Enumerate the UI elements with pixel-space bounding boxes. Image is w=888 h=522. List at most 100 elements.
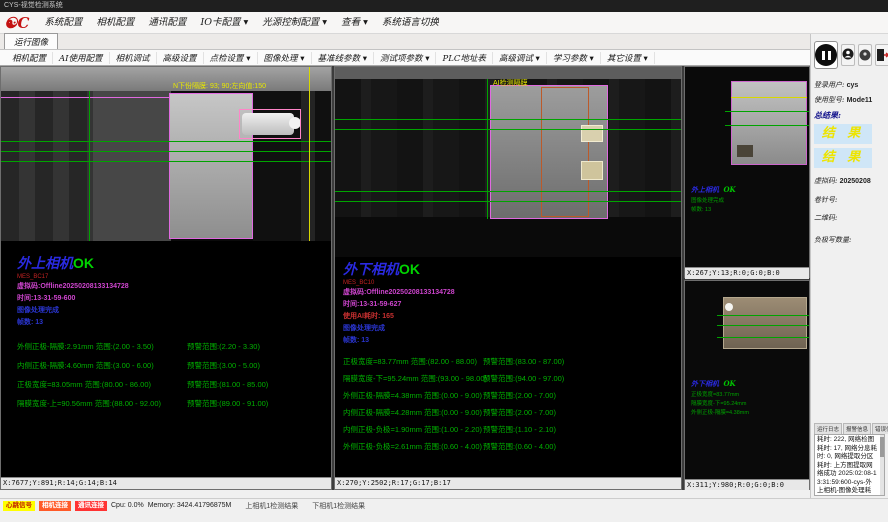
user-icon [842,48,854,62]
thumb-overlay-line: 外侧正极-隔膜=4.38mm [691,409,749,418]
bright-tab-2 [581,161,603,180]
machine-mid-structure [93,91,171,241]
login-user-button[interactable] [841,44,855,66]
panel-spacer [814,247,885,423]
machine-bottom-shadow [335,217,681,257]
log-tab[interactable]: 运行日志 [814,423,842,434]
thumb-lower-image[interactable]: 外下相机 OK 正极宽度=83.77mm隔膜宽度-下=95.24mm外侧正极-隔… [685,281,809,479]
log-scrollbar[interactable] [880,435,884,495]
login-user-label: 登录用户: [814,81,844,89]
toolbar-item[interactable]: 其它设置 ▾ [601,52,655,64]
mes-sub-label: MES_BC17 [17,273,331,281]
menu-item[interactable]: 相机配置 [89,13,141,33]
baseline-green-vertical [89,91,90,241]
measurement-value: 正极宽度=83.05mm 范围:(80.00 - 86.00) [17,375,187,394]
menu-item[interactable]: 系统语言切换 [375,13,446,33]
log-text-area[interactable]: 耗时: 222, 网络检图耗时: 17, 网络分息耗时: 0, 网络提取分区耗时… [814,434,885,496]
menu-item[interactable]: 查看 ▾ [334,13,375,33]
toolbar-item[interactable]: 高级调试 ▾ [493,52,547,64]
toolbar-item[interactable]: AI使用配置 [53,52,110,64]
pause-button[interactable] [814,41,838,69]
measurement-warn-range: 预警范围:(0.60 - 4.00) [483,438,556,455]
log-tab[interactable]: 错误信息 [872,423,888,434]
thumb-upper-image[interactable]: 外上相机 OK 图像处理完成帧数: 13 [685,67,809,267]
measurement-warn-range: 预警范围:(89.00 - 91.00) [187,394,268,413]
operator-icon [859,49,871,61]
barcode-line: 虚拟码:Offline20250208133134728 [343,287,681,299]
baseline-green-1 [717,315,809,316]
image-annotation: AI检测隔膜 [493,78,528,88]
log-tabs: 运行日志 报警信息 错误信息 [814,423,885,434]
view-lower-camera: AI检测隔膜 外下相机OK MES_BC10 虚拟码:Offline202502… [334,66,682,490]
frame-count-line: 帧数: 13 [17,317,331,329]
exit-button[interactable] [875,44,888,66]
view-thumb-upper: 外上相机 OK 图像处理完成帧数: 13 X:267;Y:13;R:0;G:0;… [684,66,810,278]
lower-camera-image[interactable]: AI检测隔膜 [335,67,681,257]
measurement-row: 正极宽度=83.05mm 范围:(80.00 - 86.00) 预警范围:(81… [17,375,331,394]
model-label: 使用型号: [814,96,844,104]
ai-roi-box [541,87,589,217]
exit-door-icon [876,48,888,62]
qr-code-row: 二维码: [814,211,885,225]
measurement-value: 隔膜宽度-下=95.24mm 范围:(93.00 - 98.00) [343,370,483,387]
magenta-ref-line [1,97,169,98]
machine-left-structure [1,91,93,241]
measurement-list: 正极宽度=83.77mm 范围:(82.00 - 88.00) 预警范围:(83… [343,353,681,455]
toolbar-item[interactable]: 基准线参数 ▾ [312,52,374,64]
neg-count-row: 负极写数量: [814,233,885,247]
ai-time-line: 使用AI耗时: 165 [343,311,681,323]
menu-item[interactable]: 光源控制配置 ▾ [255,13,334,33]
thumb-camera-title: 外下相机 [691,379,719,388]
camera-title: 外下相机 [343,262,399,278]
baseline-green-2 [335,129,681,130]
electrode-block [723,297,807,349]
toolbar-item[interactable]: 学习参数 ▾ [547,52,601,64]
time-line: 时间:13-31-59-627 [343,299,681,311]
measurement-warn-range: 预警范围:(1.10 - 2.10) [483,421,556,438]
camera-connect-badge: 相机连接 [39,501,71,511]
upper-camera-image[interactable]: N下份隔膜: 93; 90;左向值:150 [1,67,331,241]
menu-items: 系统配置 相机配置 通讯配置 IO卡配置 ▾ 光源控制配置 ▾ 查看 ▾ 系统语… [37,13,446,33]
toolbar-item[interactable]: 高级设置 [157,52,204,64]
toolbar-item[interactable]: 测试项参数 ▾ [374,52,436,64]
bright-tab-1 [581,125,603,142]
log-text: 耗时: 222, 网络检图耗时: 17, 网络分息耗时: 0, 网络提取分区耗时… [817,436,877,496]
thumb-overlay-lines: 正极宽度=83.77mm隔膜宽度-下=95.24mm外侧正极-隔膜=4.38mm [691,391,749,418]
log-tab[interactable]: 报警信息 [843,423,871,434]
toolbar-item[interactable]: 相机调试 [110,52,157,64]
dark-detail [737,145,753,157]
camera-views: N下份隔膜: 93; 90;左向值:150 外上相机OK MES_BC17 虚拟… [0,66,810,490]
measurement-warn-range: 预警范围:(3.00 - 5.00) [187,356,260,375]
view-upper-camera: N下份隔膜: 93; 90;左向值:150 外上相机OK MES_BC17 虚拟… [0,66,332,490]
baseline-green-3 [717,337,809,338]
baseline-green-3 [335,191,681,192]
login-user-value: cys [847,82,859,89]
window-title: CYS-视觉检测系统 [4,2,63,9]
thumbnail-column: 外上相机 OK 图像处理完成帧数: 13 X:267;Y:13;R:0;G:0;… [684,66,810,490]
right-panel: 登录用户: cys 使用型号: Mode11 总结果: 结 果 结 果 虚拟码:… [810,34,888,498]
baseline-green-2 [1,151,331,152]
measurement-value: 外侧正极-负极=2.61mm 范围:(0.60 - 4.00) [343,438,483,455]
measurement-warn-range: 预警范围:(2.00 - 7.00) [483,404,556,421]
tool-bar: 相机配置 AI使用配置 相机调试 高级设置 点检设置 ▾ 图像处理 ▾ 基准线参… [0,50,810,66]
menu-item[interactable]: 系统配置 [37,13,89,33]
thumb-overlay-lines: 图像处理完成帧数: 13 [691,197,736,215]
toolbar-item[interactable]: 图像处理 ▾ [258,52,312,64]
result-box-lower: 结 果 [814,148,872,168]
yellow-ref-line [309,67,310,241]
operator-button[interactable] [858,44,872,66]
menu-item[interactable]: 通讯配置 [141,13,193,33]
toolbar-item[interactable]: 相机配置 [6,52,53,64]
thumb-overlay-line: 隔膜宽度-下=95.24mm [691,400,749,409]
measurement-row: 外侧正极-隔膜:2.91mm 范围:(2.00 - 3.50) 预警范围:(2.… [17,337,331,356]
coordinate-bar: X:270;Y:2502;R:17;G:17;B:17 [335,477,681,489]
baseline-green-1 [725,111,809,112]
log-scrollbar-thumb[interactable] [880,437,884,457]
tab-run-image[interactable]: 运行图像 [4,33,58,49]
process-done-line: 图像处理完成 [343,323,681,335]
menu-item[interactable]: IO卡配置 ▾ [193,13,255,33]
toolbar-item[interactable]: PLC地址表 [436,52,492,64]
toolbar-item[interactable]: 点检设置 ▾ [204,52,258,64]
menu-bar: ☯C 系统配置 相机配置 通讯配置 IO卡配置 ▾ 光源控制配置 ▾ 查看 ▾ … [0,12,888,34]
spacer-strip [0,490,810,498]
